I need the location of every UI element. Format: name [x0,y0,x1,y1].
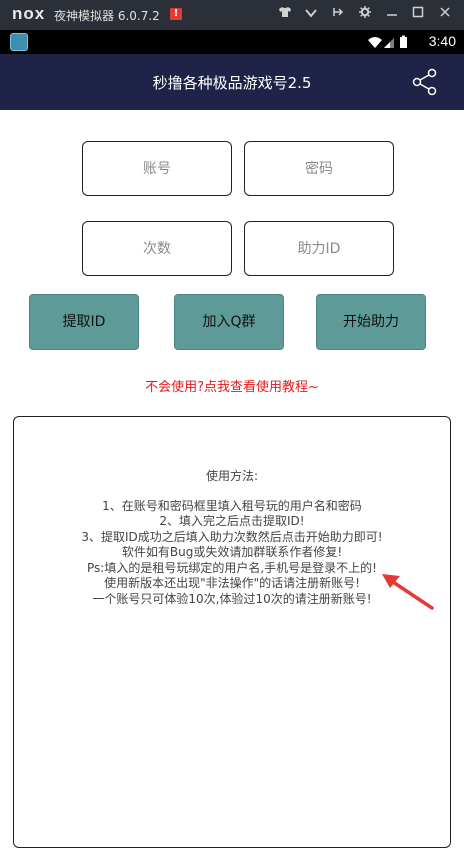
fetch-id-button[interactable]: 提取ID [29,294,139,350]
assist-id-input[interactable] [244,221,394,276]
account-input[interactable] [82,141,232,196]
instruction-line: 1、在账号和密码框里填入租号玩的用户名和密码 [102,498,362,513]
red-arrow-annotation [382,574,434,610]
share-icon[interactable] [412,68,438,96]
instructions-heading: 使用方法: [205,469,259,483]
android-status-bar: 3:40 [0,30,464,54]
instruction-line: 2、填入完之后点击提取ID! [159,514,305,528]
page-title: 秒撸各种极品游戏号2.5 [152,74,312,92]
password-input[interactable] [244,141,394,196]
minimize-icon[interactable] [383,6,401,24]
close-icon[interactable] [436,6,454,24]
emulator-title: 夜神模拟器 6.0.7.2 [54,9,160,23]
nox-logo: nox [12,4,46,23]
chevron-down-icon[interactable] [302,6,320,24]
pin-icon[interactable] [329,6,347,24]
status-time: 3:40 [428,33,456,49]
emulator-title-bar: nox 夜神模拟器 6.0.7.2 ! [0,0,464,30]
join-group-button[interactable]: 加入Q群 [174,294,284,350]
instruction-line: 3、提取ID成功之后填入助力次数然后点击开始助力即可! [81,529,383,544]
wifi-signal-battery-icon [368,35,407,48]
count-input[interactable] [82,221,232,276]
maximize-icon[interactable] [409,6,427,24]
alert-badge[interactable]: ! [170,8,182,20]
instructions-panel: 使用方法: 1、在账号和密码框里填入租号玩的用户名和密码 2、填入完之后点击提取… [13,416,451,848]
gear-icon[interactable] [356,6,374,24]
tutorial-link[interactable]: 不会使用?点我查看使用教程~ [0,376,464,395]
app-notification-icon [10,33,28,51]
shirt-icon[interactable] [276,6,294,24]
start-assist-button[interactable]: 开始助力 [316,294,426,350]
app-header: 秒撸各种极品游戏号2.5 [0,54,464,110]
instruction-line: 软件如有Bug或失效请加群联系作者修复! [121,545,343,559]
